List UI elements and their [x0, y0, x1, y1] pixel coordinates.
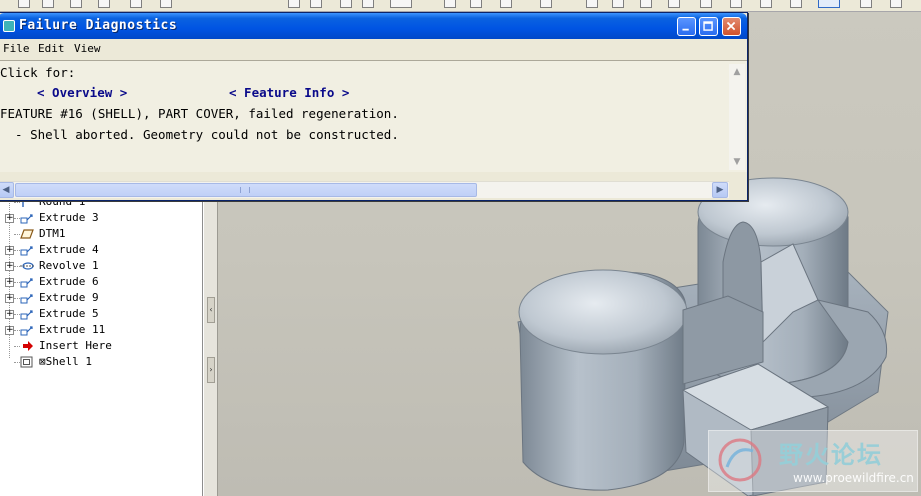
tree-item-extrude-6[interactable]: + Extrude 6 [0, 274, 200, 290]
watermark-title: 野火论坛 [779, 441, 883, 469]
expand-right-icon[interactable]: › [207, 357, 215, 383]
expand-toggle[interactable]: + [5, 262, 14, 271]
extrude-icon [20, 278, 33, 288]
extrude-icon [20, 246, 33, 256]
dialog-title: Failure Diagnostics [19, 18, 178, 33]
toolbar-icon[interactable] [444, 0, 456, 8]
collapse-left-icon[interactable]: ‹ [207, 297, 215, 323]
extrude-icon [20, 294, 33, 304]
toolbar-icon[interactable] [18, 0, 30, 8]
tree-item-label: ⊠Shell 1 [39, 355, 92, 368]
expand-toggle[interactable]: + [5, 326, 14, 335]
tree-item-label: Extrude 9 [39, 291, 99, 304]
toolbar-icon[interactable] [98, 0, 110, 8]
tree-item-extrude-3[interactable]: + Extrude 3 [0, 210, 200, 226]
overview-link[interactable]: < Overview > [37, 85, 127, 100]
watermark-url: www.proewildfire.cn [793, 471, 914, 485]
scroll-down-icon[interactable]: ▼ [729, 154, 745, 170]
tree-item-insert-here[interactable]: Insert Here [0, 338, 200, 354]
toolbar-icon[interactable] [700, 0, 712, 8]
toolbar-icon[interactable] [612, 0, 624, 8]
forum-watermark: 野火论坛 www.proewildfire.cn [708, 430, 918, 492]
toolbar-icon[interactable] [500, 0, 512, 8]
toolbar-icon[interactable] [390, 0, 412, 8]
tree-item-label: Extrude 5 [39, 307, 99, 320]
proewildfire-logo-icon [718, 438, 762, 482]
expand-toggle[interactable]: + [5, 278, 14, 287]
toolbar-icon[interactable] [730, 0, 742, 8]
tree-item-label: Extrude 4 [39, 243, 99, 256]
expand-toggle[interactable]: + [5, 294, 14, 303]
scroll-thumb[interactable] [15, 183, 477, 197]
dialog-menubar: File Edit View [0, 40, 747, 59]
toolbar-icon[interactable] [362, 0, 374, 8]
close-button[interactable] [722, 17, 741, 36]
menu-view[interactable]: View [74, 42, 101, 55]
revolve-icon [20, 262, 34, 270]
shell-icon [20, 356, 33, 368]
toolbar-icon[interactable] [860, 0, 872, 8]
close-icon [726, 21, 736, 31]
minimize-icon [682, 28, 689, 31]
toolbar-icon[interactable] [818, 0, 840, 8]
diagnostics-content: Click for: < Overview > < Feature Info >… [0, 60, 747, 172]
extrude-icon [20, 310, 33, 320]
expand-toggle[interactable]: + [5, 310, 14, 319]
toolbar-icon[interactable] [42, 0, 54, 8]
expand-toggle[interactable]: + [5, 246, 14, 255]
main-toolbar [0, 0, 921, 12]
toolbar-icon[interactable] [668, 0, 680, 8]
tree-item-label: DTM1 [39, 227, 66, 240]
vertical-scrollbar[interactable]: ▲ ▼ [729, 64, 745, 170]
feature-info-link[interactable]: < Feature Info > [229, 85, 349, 100]
scroll-grip [240, 187, 250, 193]
window-app-icon [3, 20, 15, 32]
tree-item-extrude-11[interactable]: + Extrude 11 [0, 322, 200, 338]
tree-item-revolve-1[interactable]: + Revolve 1 [0, 258, 200, 274]
toolbar-icon[interactable] [760, 0, 772, 8]
maximize-button[interactable] [699, 17, 718, 36]
toolbar-icon[interactable] [288, 0, 300, 8]
tree-item-label: Extrude 3 [39, 211, 99, 224]
tree-item-extrude-5[interactable]: + Extrude 5 [0, 306, 200, 322]
toolbar-icon[interactable] [160, 0, 172, 8]
tree-item-extrude-9[interactable]: + Extrude 9 [0, 290, 200, 306]
tree-item-label: Extrude 11 [39, 323, 106, 336]
toolbar-icon[interactable] [586, 0, 598, 8]
datum-plane-icon [20, 229, 34, 239]
click-for-label: Click for: [0, 65, 76, 80]
tree-item-label: Revolve 1 [39, 259, 99, 272]
expand-toggle[interactable]: + [5, 214, 14, 223]
tree-item-extrude-4[interactable]: + Extrude 4 [0, 242, 200, 258]
toolbar-icon[interactable] [70, 0, 82, 8]
menu-edit[interactable]: Edit [38, 42, 65, 55]
menu-file[interactable]: File [3, 42, 30, 55]
failure-diagnostics-dialog: Failure Diagnostics File Edit View Click… [0, 12, 748, 201]
extrude-icon [20, 214, 33, 224]
scroll-right-icon[interactable]: ▶ [712, 182, 728, 198]
extrude-icon [20, 326, 33, 336]
toolbar-icon[interactable] [640, 0, 652, 8]
toolbar-icon[interactable] [790, 0, 802, 8]
toolbar-icon[interactable] [890, 0, 902, 8]
horizontal-scrollbar[interactable]: ◀ ▶ [0, 181, 729, 198]
insert-arrow-icon[interactable] [20, 340, 34, 352]
scroll-up-icon[interactable]: ▲ [729, 64, 745, 80]
toolbar-icon[interactable] [310, 0, 322, 8]
toolbar-icon[interactable] [540, 0, 552, 8]
failure-message: FEATURE #16 (SHELL), PART COVER, failed … [0, 106, 399, 121]
toolbar-icon[interactable] [340, 0, 352, 8]
failure-detail: - Shell aborted. Geometry could not be c… [0, 127, 399, 142]
dialog-titlebar[interactable]: Failure Diagnostics [0, 13, 747, 39]
maximize-icon [703, 21, 713, 31]
toolbar-icon[interactable] [130, 0, 142, 8]
tree-item-label: Insert Here [39, 339, 112, 352]
tree-item-dtm1[interactable]: DTM1 [0, 226, 200, 242]
tree-item-label: Extrude 6 [39, 275, 99, 288]
tree-item-shell-1[interactable]: ⊠Shell 1 [0, 354, 200, 370]
scroll-left-icon[interactable]: ◀ [0, 182, 14, 198]
toolbar-icon[interactable] [470, 0, 482, 8]
minimize-button[interactable] [677, 17, 696, 36]
